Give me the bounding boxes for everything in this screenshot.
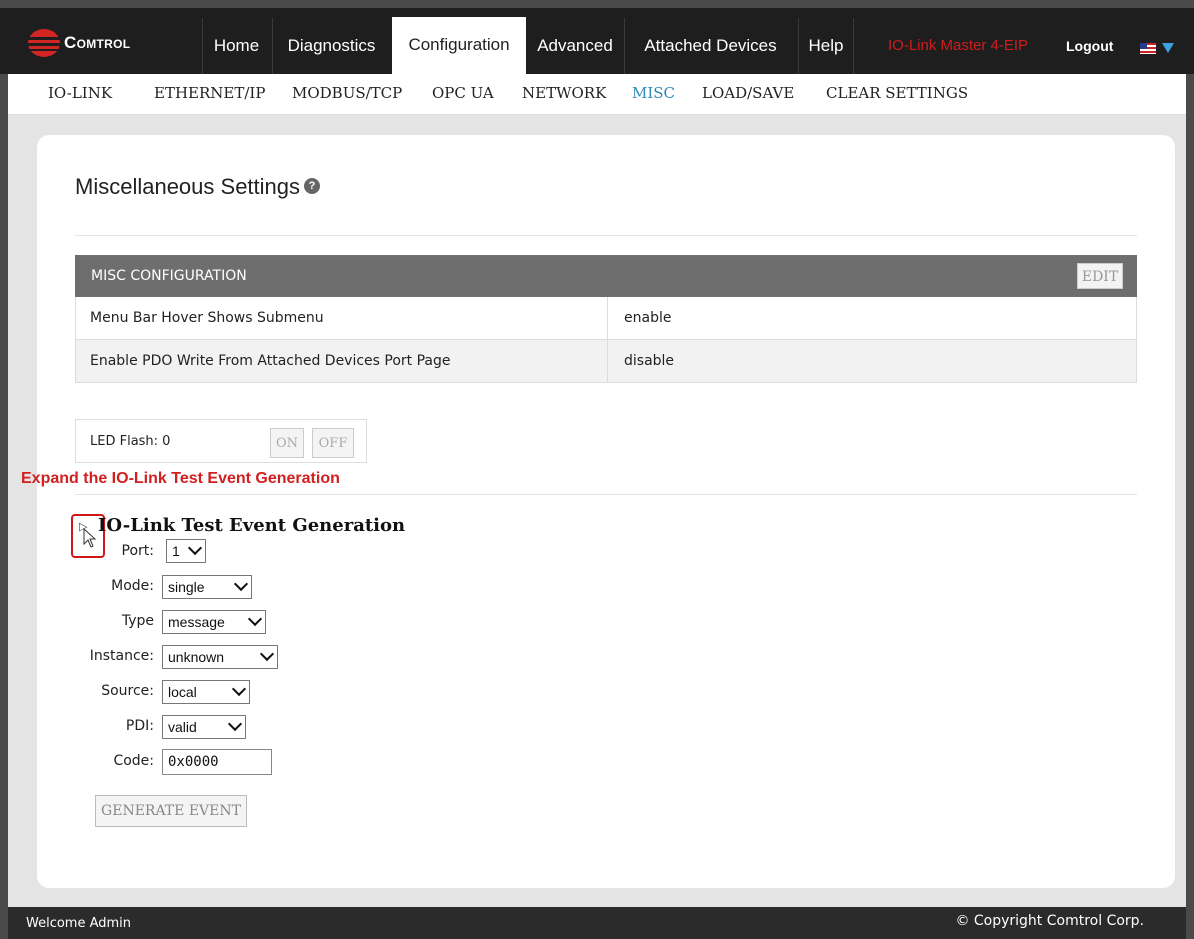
subnav-modbus-tcp[interactable]: MODBUS/TCP [292,84,402,102]
mode-label: Mode: [111,578,154,594]
nav-home[interactable]: Home [202,18,270,74]
mode-value: single [168,579,205,595]
pdi-select[interactable]: valid [162,715,246,739]
pdi-value: valid [168,719,197,735]
chevron-down-icon [247,611,263,627]
type-select[interactable]: message [162,610,266,634]
setting-value: enable [624,310,672,326]
nav-configuration[interactable]: Configuration [392,17,526,74]
chevron-down-icon [259,646,275,662]
setting-label: Menu Bar Hover Shows Submenu [90,310,324,326]
chevron-down-icon [231,681,247,697]
divider [75,235,1137,236]
subnav-load-save[interactable]: LOAD/SAVE [702,84,794,102]
code-label: Code: [113,753,154,769]
help-icon[interactable]: ? [304,178,321,195]
subnav-io-link[interactable]: IO-LINK [48,84,112,102]
page-title-text: Miscellaneous Settings [75,174,301,199]
annotation-text: Expand the IO-Link Test Event Generation [21,470,340,487]
port-select[interactable]: 1 [166,539,206,563]
port-value: 1 [172,543,180,559]
mouse-cursor-icon [83,528,97,548]
caret-down-icon [1162,43,1174,53]
comtrol-logo-icon [26,28,62,58]
led-flash-label: LED Flash: 0 [90,434,171,449]
language-selector[interactable] [1140,38,1186,58]
led-flash-box: LED Flash: 0 ON OFF [75,419,367,463]
generate-event-button[interactable]: GENERATE EVENT [95,795,247,827]
subnav-ethernet-ip[interactable]: ETHERNET/IP [154,84,265,102]
led-off-button[interactable]: OFF [312,428,354,458]
page-title: Miscellaneous Settings? [75,174,321,200]
subnav-clear-settings[interactable]: CLEAR SETTINGS [826,84,968,102]
code-input[interactable]: 0x0000 [162,749,272,775]
copyright-text: © Copyright Comtrol Corp. [955,913,1144,929]
nav-diagnostics[interactable]: Diagnostics [272,18,390,74]
table-row: Menu Bar Hover Shows Submenu enable [75,297,1137,340]
top-navbar: Comtrol Home Diagnostics Configuration A… [0,0,1194,74]
device-name: IO-Link Master 4-EIP [888,37,1029,54]
comtrol-logo[interactable]: Comtrol [26,26,130,60]
instance-label: Instance: [89,648,154,664]
brand-name: Comtrol [64,33,131,52]
welcome-text: Welcome Admin [26,916,132,931]
chevron-down-icon [227,716,243,732]
footer: Welcome Admin © Copyright Comtrol Corp. [8,907,1186,939]
source-select[interactable]: local [162,680,250,704]
chevron-down-icon [233,576,249,592]
chevron-down-icon [187,540,203,556]
setting-label: Enable PDO Write From Attached Devices P… [90,353,451,369]
misc-config-title: MISC CONFIGURATION [91,268,247,284]
divider [75,494,1137,495]
test-event-title: IO-Link Test Event Generation [98,515,406,536]
misc-config-header: MISC CONFIGURATION EDIT [75,255,1137,297]
cell-divider [607,297,608,339]
led-on-button[interactable]: ON [270,428,304,458]
source-value: local [168,684,197,700]
table-row: Enable PDO Write From Attached Devices P… [75,340,1137,383]
instance-value: unknown [168,649,225,665]
pdi-label: PDI: [125,718,154,734]
type-value: message [168,614,225,630]
us-flag-icon [1140,42,1156,54]
settings-panel [37,135,1175,888]
edit-button[interactable]: EDIT [1077,263,1123,289]
mode-select[interactable]: single [162,575,252,599]
type-label: Type [121,613,154,629]
source-label: Source: [101,683,154,699]
sub-navbar: IO-LINK ETHERNET/IP MODBUS/TCP OPC UA NE… [8,74,1186,115]
instance-select[interactable]: unknown [162,645,278,669]
subnav-opc-ua[interactable]: OPC UA [432,84,494,102]
cell-divider [607,340,608,382]
nav-advanced[interactable]: Advanced [528,18,622,74]
setting-value: disable [624,353,675,369]
port-label: Port: [121,543,154,559]
subnav-network[interactable]: NETWORK [522,84,606,102]
subnav-misc[interactable]: MISC [632,84,675,102]
nav-help[interactable]: Help [798,18,854,74]
logout-link[interactable]: Logout [1066,18,1113,74]
nav-attached-devices[interactable]: Attached Devices [624,18,796,74]
